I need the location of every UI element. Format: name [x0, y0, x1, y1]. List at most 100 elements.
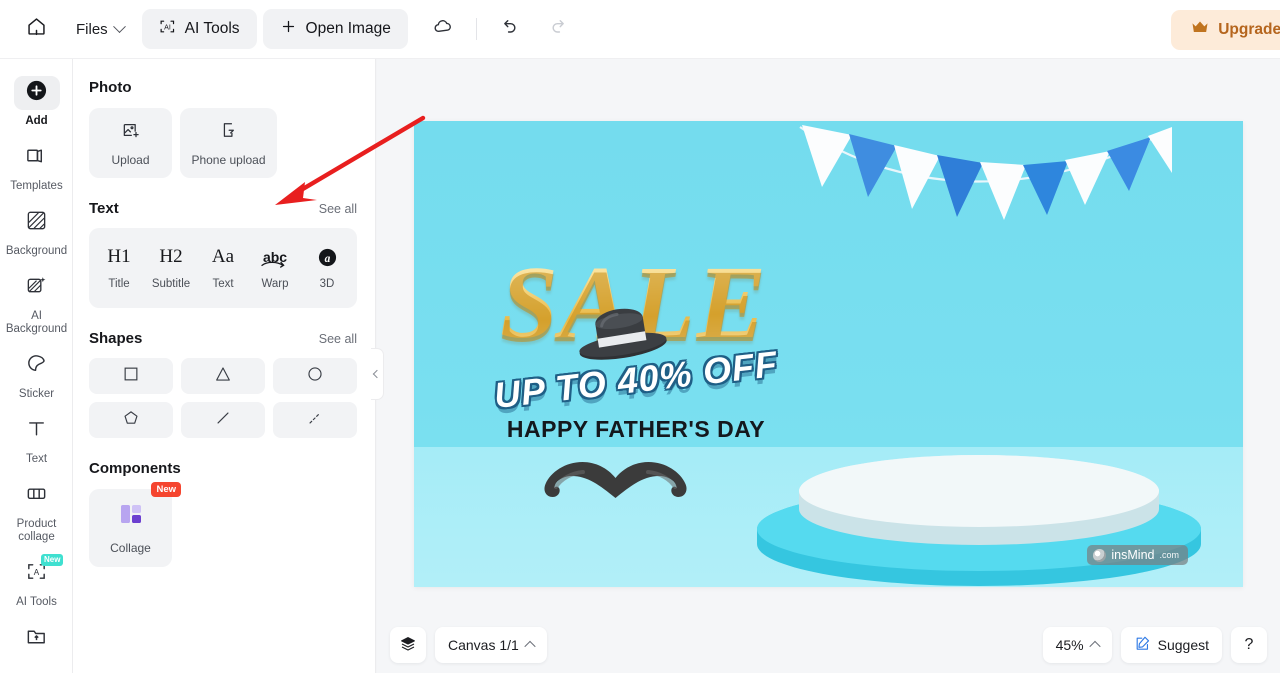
dashed-line-icon	[306, 409, 324, 432]
upgrade-label: Upgrade to	[1218, 21, 1280, 38]
left-sidebar: Add Templates Background AI Background S…	[0, 59, 73, 673]
files-menu-button[interactable]: Files	[64, 10, 136, 48]
canvas-selector-button[interactable]: Canvas 1/1	[435, 627, 547, 663]
design-canvas[interactable]: SALE UP TO 40% OFF HAPPY FATHER'S DAY in…	[414, 121, 1243, 587]
panel-collapse-handle[interactable]	[371, 348, 384, 400]
layers-button[interactable]	[390, 627, 426, 663]
bottom-left-group: Canvas 1/1	[390, 627, 547, 663]
shape-pentagon-button[interactable]	[89, 402, 173, 438]
sidebar-item-label: AI Background	[5, 310, 68, 335]
toolbar-divider	[475, 18, 477, 40]
app-root: Files AI AI Tools Open Image Upgrade Add…	[0, 0, 1280, 673]
components-section-header: Components	[89, 460, 357, 477]
shapes-grid	[89, 358, 357, 438]
photo-section-header: Photo	[89, 79, 357, 96]
upgrade-button[interactable]: Upgrade to	[1171, 10, 1280, 50]
plus-icon	[280, 18, 297, 40]
sidebar-item-label: Background	[5, 245, 68, 257]
home-icon	[26, 16, 47, 42]
ai-tools-button[interactable]: AI AI Tools	[141, 9, 257, 49]
shape-dashed-line-button[interactable]	[273, 402, 357, 438]
undo-button[interactable]	[487, 10, 531, 48]
sidebar-item-sticker[interactable]: Sticker	[0, 342, 72, 407]
sidebar-item-label: AI Tools	[16, 596, 57, 608]
watermark: insMind .com	[1087, 545, 1188, 565]
crown-icon	[1191, 20, 1209, 40]
svg-text:AI: AI	[164, 23, 171, 31]
bunting-decoration	[794, 121, 1174, 241]
podium-graphic	[744, 451, 1214, 586]
suggest-button[interactable]: Suggest	[1120, 627, 1222, 663]
help-button[interactable]: ?	[1231, 627, 1267, 663]
shape-circle-button[interactable]	[273, 358, 357, 394]
text-tool-title[interactable]: H1 Title	[94, 246, 144, 290]
cloud-save-icon	[433, 16, 454, 42]
text-see-all-link[interactable]: See all	[319, 202, 357, 216]
top-toolbar: Files AI AI Tools Open Image Upgrade	[0, 0, 1280, 59]
watermark-logo-icon	[1093, 548, 1107, 562]
sidebar-item-product-collage[interactable]: Product collage	[0, 472, 72, 550]
zoom-level-button[interactable]: 45%	[1042, 627, 1112, 663]
watermark-tld: .com	[1159, 550, 1179, 560]
folder-upload-icon	[25, 625, 48, 653]
redo-button[interactable]	[537, 10, 581, 48]
bottom-toolbar: Canvas 1/1 45% Suggest ?	[377, 617, 1280, 673]
text-tool-subtitle[interactable]: H2 Subtitle	[146, 246, 196, 290]
sidebar-item-add[interactable]: Add	[0, 69, 72, 134]
sidebar-item-templates[interactable]: Templates	[0, 134, 72, 199]
text-tool-label: Title	[108, 278, 130, 290]
layers-icon	[399, 635, 417, 656]
top-hat-graphic	[571, 301, 671, 365]
text-tool-3d[interactable]: a 3D	[302, 246, 352, 290]
square-icon	[122, 365, 140, 388]
text-tool-label: Warp	[261, 278, 289, 290]
new-badge: New	[41, 554, 64, 566]
sidebar-item-ai-background[interactable]: AI Background	[0, 264, 72, 342]
collage-icon	[118, 501, 144, 532]
chevron-left-icon	[372, 369, 382, 379]
sidebar-item-my-files[interactable]	[0, 615, 72, 662]
shape-square-button[interactable]	[89, 358, 173, 394]
upload-card[interactable]: Upload	[89, 108, 172, 178]
open-image-label: Open Image	[305, 20, 391, 37]
sidebar-item-label: Product collage	[16, 518, 57, 543]
add-panel: Photo Upload Phone upload Text See all H…	[73, 59, 376, 673]
mustache-graphic	[528, 456, 703, 528]
files-label: Files	[76, 20, 108, 38]
sidebar-item-background[interactable]: Background	[0, 199, 72, 264]
plus-circle-icon	[25, 79, 48, 107]
new-badge: New	[151, 482, 181, 497]
phone-upload-card[interactable]: Phone upload	[180, 108, 277, 178]
help-icon: ?	[1244, 636, 1254, 653]
text-tool-warp[interactable]: abc Warp	[250, 246, 300, 290]
text-section-title: Text	[89, 200, 119, 217]
shapes-see-all-link[interactable]: See all	[319, 332, 357, 346]
shape-line-button[interactable]	[181, 402, 265, 438]
watermark-text: insMind	[1111, 548, 1155, 562]
shapes-section-title: Shapes	[89, 330, 143, 347]
text-tool-text[interactable]: Aa Text	[198, 246, 248, 290]
sale-headline[interactable]: SALE	[444, 251, 824, 360]
chevron-down-icon	[112, 19, 126, 33]
canvas-selector-label: Canvas 1/1	[448, 637, 519, 653]
templates-icon	[25, 144, 48, 172]
home-button[interactable]	[14, 10, 58, 48]
sidebar-item-text[interactable]: Text	[0, 407, 72, 472]
text-3d-icon: a	[317, 246, 338, 268]
text-icon	[25, 417, 48, 445]
photo-section-title: Photo	[89, 79, 132, 96]
heading-2-icon: H2	[159, 246, 183, 267]
sale-tagline[interactable]: HAPPY FATHER'S DAY	[466, 416, 806, 443]
open-image-button[interactable]: Open Image	[262, 9, 408, 49]
cloud-save-button[interactable]	[422, 10, 466, 48]
collage-card[interactable]: New Collage	[89, 482, 181, 567]
sidebar-item-ai-tools[interactable]: New A AI Tools	[0, 550, 72, 615]
sidebar-item-label: Add	[25, 115, 48, 127]
canvas-area[interactable]: SALE UP TO 40% OFF HAPPY FATHER'S DAY in…	[377, 59, 1280, 673]
chevron-up-icon	[1088, 640, 1101, 653]
redo-icon	[549, 17, 569, 42]
text-tools-row: H1 Title H2 Subtitle Aa Text abc Warp a …	[89, 228, 357, 308]
components-section-title: Components	[89, 460, 181, 477]
product-collage-icon	[25, 482, 48, 510]
shape-triangle-button[interactable]	[181, 358, 265, 394]
